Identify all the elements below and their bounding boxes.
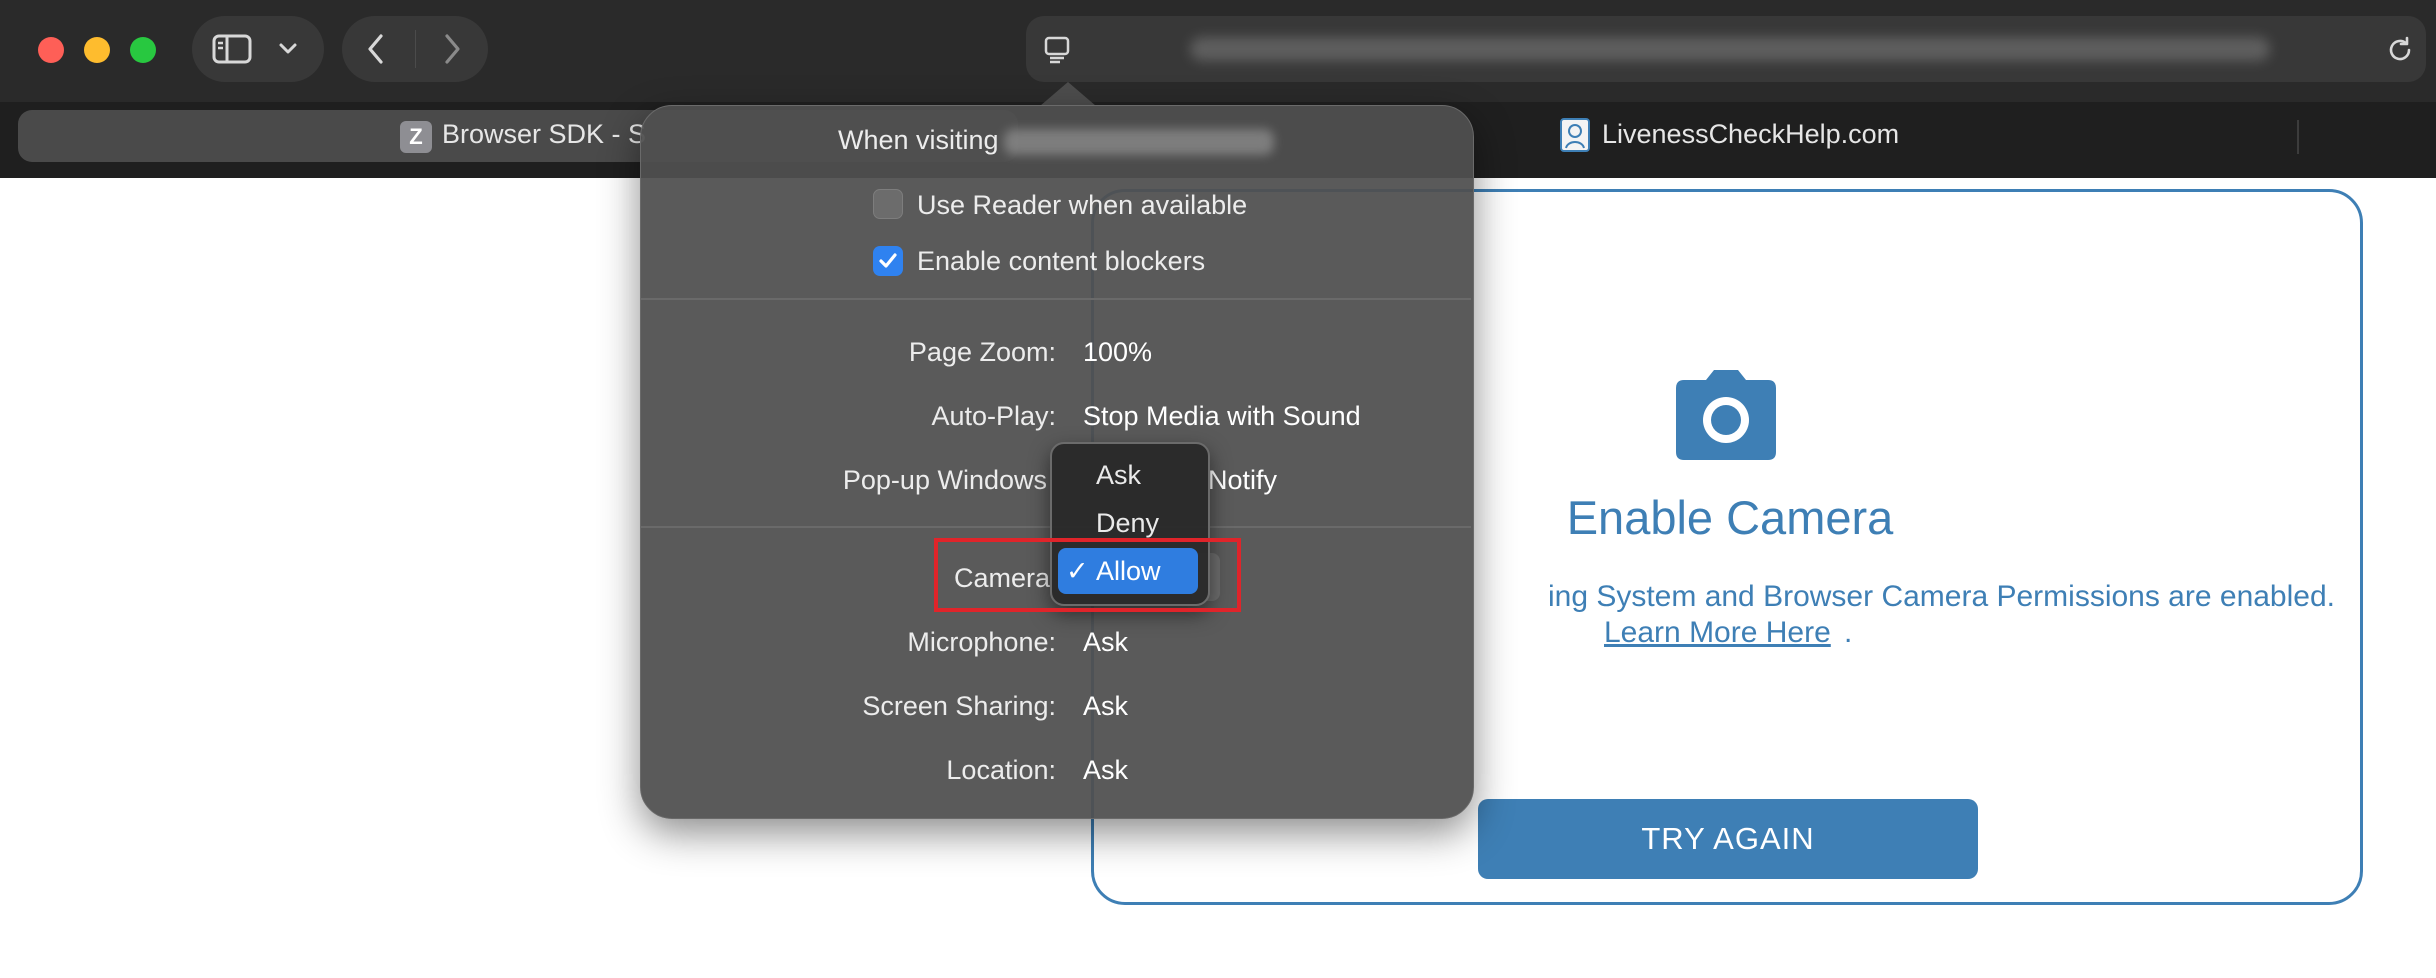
- location-label: Location:: [946, 755, 1056, 785]
- popup-windows-select[interactable]: Notify: [1208, 465, 1277, 496]
- learn-more-period: .: [1844, 616, 1853, 649]
- tab-separator: [2297, 120, 2299, 154]
- popup-windows-label: Pop-up Windows: [842, 465, 1047, 495]
- page-settings-icon[interactable]: [1044, 36, 1070, 64]
- learn-more-link[interactable]: Learn More Here: [1604, 616, 1831, 650]
- zoom-window-button[interactable]: [130, 37, 156, 63]
- tab-label[interactable]: LivenessCheckHelp.com: [1602, 119, 1899, 150]
- content-blockers-checkbox[interactable]: [873, 246, 903, 276]
- camera-icon: [1676, 370, 1776, 460]
- popover-divider: [641, 298, 1471, 300]
- back-arrow-icon[interactable]: [366, 33, 386, 65]
- menu-option-ask[interactable]: Ask: [1058, 452, 1198, 498]
- annotation-highlight-box: [934, 538, 1241, 612]
- checkmark-icon: [879, 253, 897, 268]
- page-zoom-select[interactable]: 100%: [1083, 337, 1152, 368]
- page-title: Enable Camera: [1566, 491, 1894, 544]
- popover-arrow: [1040, 82, 1096, 106]
- location-select[interactable]: Ask: [1083, 755, 1128, 786]
- auto-play-select[interactable]: Stop Media with Sound: [1083, 401, 1361, 432]
- nav-divider: [415, 30, 416, 68]
- tab-favicon: Z: [400, 121, 432, 153]
- blurred-url: [1190, 37, 2270, 61]
- auto-play-label: Auto-Play:: [931, 401, 1056, 431]
- reader-checkbox[interactable]: [873, 189, 903, 219]
- reload-icon[interactable]: [2386, 36, 2414, 64]
- reader-label[interactable]: Use Reader when available: [917, 190, 1247, 221]
- content-blockers-label[interactable]: Enable content blockers: [917, 246, 1205, 277]
- microphone-select[interactable]: Ask: [1083, 627, 1128, 658]
- tab-label: Browser SDK - S: [442, 119, 647, 149]
- blurred-domain: [1004, 129, 1274, 155]
- sidebar-icon[interactable]: [212, 34, 252, 64]
- liveness-favicon-icon: [1560, 118, 1590, 152]
- chevron-down-icon[interactable]: [278, 42, 298, 56]
- screen-sharing-select[interactable]: Ask: [1083, 691, 1128, 722]
- when-visiting-label: When visiting: [838, 125, 999, 155]
- microphone-label: Microphone:: [907, 627, 1056, 657]
- sidebar-toggle-group[interactable]: [192, 16, 324, 82]
- minimize-window-button[interactable]: [84, 37, 110, 63]
- screen-sharing-label: Screen Sharing:: [862, 691, 1056, 721]
- close-window-button[interactable]: [38, 37, 64, 63]
- forward-arrow-icon[interactable]: [442, 33, 462, 65]
- page-zoom-label: Page Zoom:: [908, 337, 1056, 367]
- try-again-button[interactable]: TRY AGAIN: [1478, 799, 1978, 879]
